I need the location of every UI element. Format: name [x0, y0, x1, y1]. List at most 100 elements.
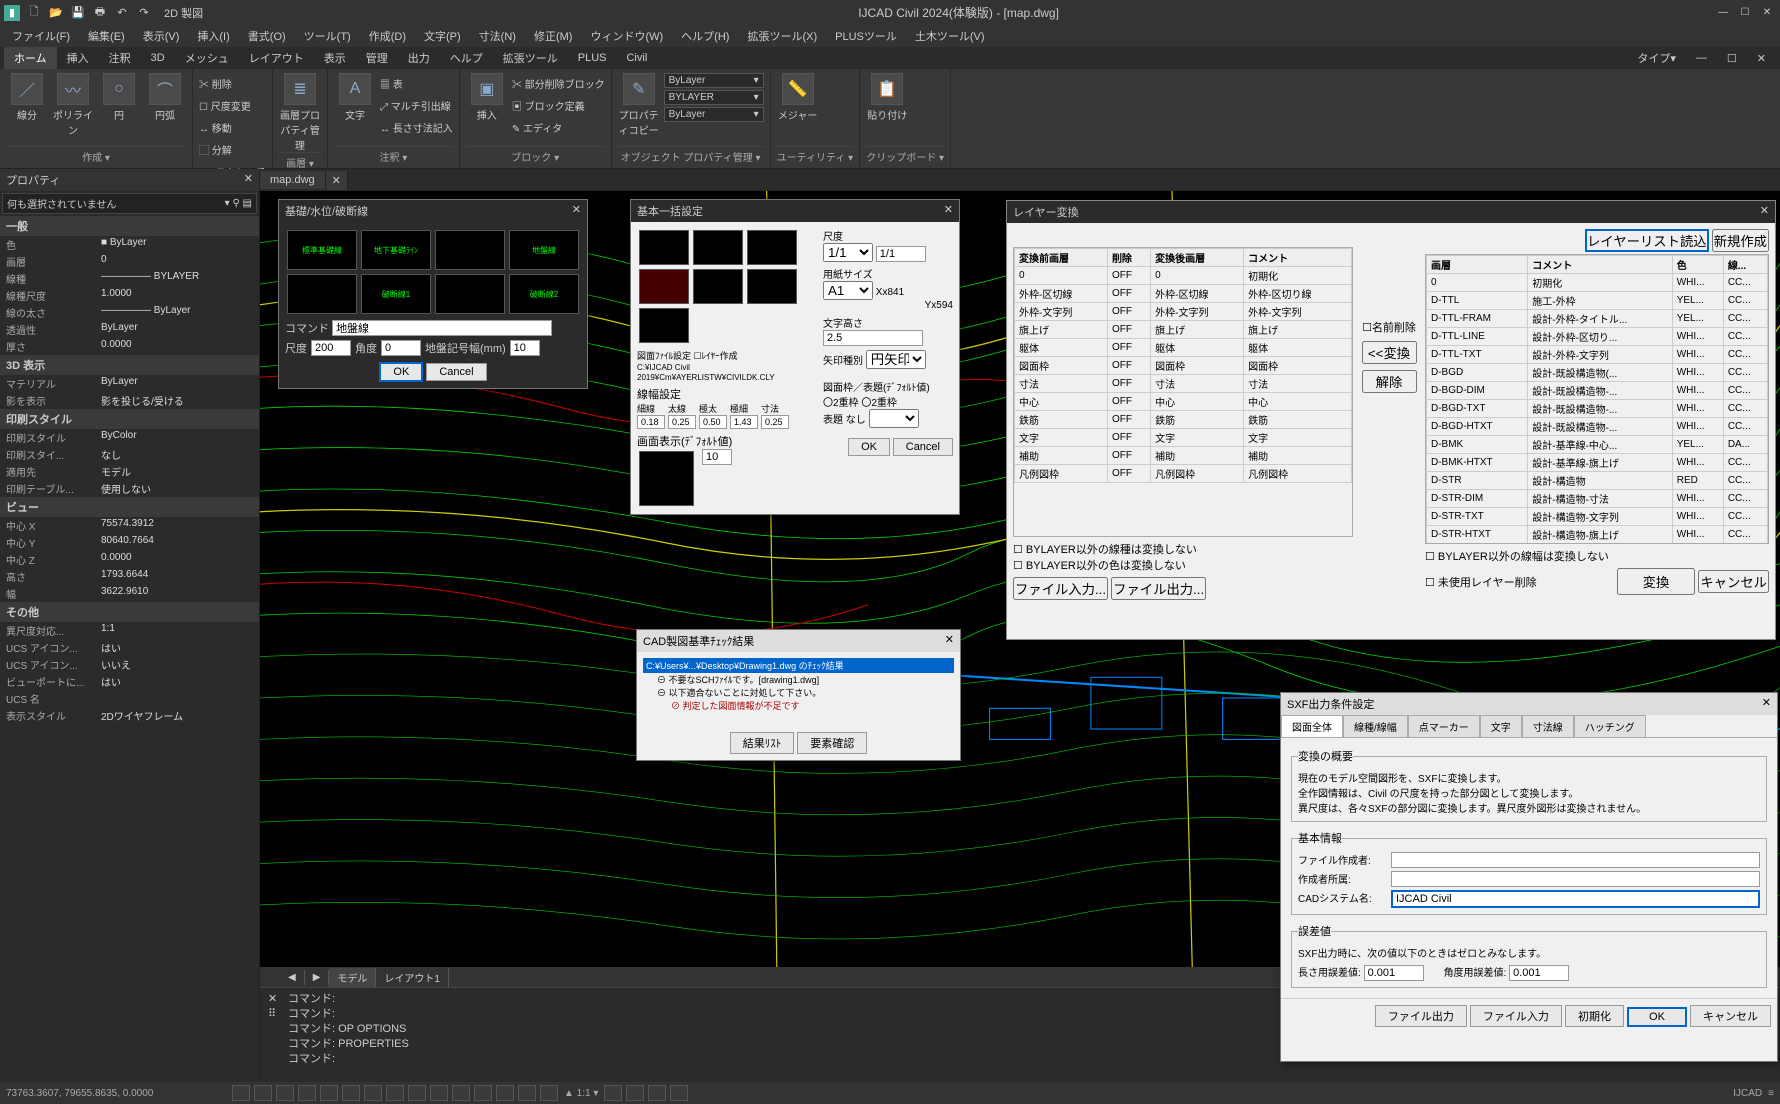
chk-bylayer-lineweight[interactable]: ☐ BYLAYER以外の線幅は変換しない	[1425, 551, 1609, 563]
ribbon-tab[interactable]: 挿入	[57, 47, 99, 69]
a4-toggle[interactable]	[518, 1085, 536, 1101]
grid-toggle[interactable]	[254, 1085, 272, 1101]
minimize-icon[interactable]: —	[1714, 7, 1732, 18]
ribbon-tab[interactable]: PLUS	[568, 49, 617, 67]
osnap-toggle[interactable]	[320, 1085, 338, 1101]
ribbon-tool[interactable]: ✎プロパティコピー	[618, 73, 660, 137]
property-row[interactable]: 表示スタイル2Dワイヤフレーム	[0, 707, 259, 724]
property-row[interactable]: 印刷テーブル...使用しない	[0, 480, 259, 497]
ortho-toggle[interactable]	[276, 1085, 294, 1101]
property-row[interactable]: 異尺度対応...1:1	[0, 622, 259, 639]
chk-name-delete[interactable]: ☐名前削除	[1362, 319, 1416, 335]
layer-row[interactable]: D-BGD設計-既設構造物(...WHI...CC...	[1427, 364, 1768, 382]
menu-item[interactable]: 土木ツール(V)	[907, 26, 993, 46]
sxf-author-input[interactable]	[1391, 852, 1760, 868]
property-row[interactable]: マテリアルByLayer	[0, 375, 259, 392]
cancel-button[interactable]: Cancel	[426, 363, 486, 381]
workspace-label[interactable]: 2D 製図	[164, 5, 203, 21]
convert-button[interactable]: <<変換	[1362, 341, 1417, 364]
dyn-toggle[interactable]	[386, 1085, 404, 1101]
property-row[interactable]: 印刷スタイ...なし	[0, 446, 259, 463]
lwt-toggle[interactable]	[364, 1085, 382, 1101]
layer-table-target[interactable]: 画層コメント色線...0初期化WHI...CC...D-TTL施工-外枠YEL.…	[1426, 255, 1768, 544]
layer-row[interactable]: 外枠-区切線OFF外枠-区切線外枠-区切り線	[1015, 285, 1352, 303]
ribbon-tool-small[interactable]: ☐ 尺度変更	[199, 95, 266, 115]
layout-tab[interactable]: モデル	[329, 968, 376, 987]
otrack-toggle[interactable]	[342, 1085, 360, 1101]
ribbon-tool[interactable]: A文字	[334, 73, 376, 122]
menu-item[interactable]: 編集(E)	[80, 26, 133, 46]
ribbon-tool[interactable]: ≣画層プロパティ管理	[279, 73, 321, 152]
property-row[interactable]: 幅3622.9610	[0, 585, 259, 602]
property-row[interactable]: 中心 Z0.0000	[0, 551, 259, 568]
sxf-fileout-button[interactable]: ファイル出力	[1375, 1005, 1467, 1027]
layerlist-load-button[interactable]: レイヤーリスト読込	[1585, 229, 1709, 252]
sxf-tab[interactable]: 点マーカー	[1408, 715, 1480, 737]
sc-toggle[interactable]	[430, 1085, 448, 1101]
property-group[interactable]: 印刷スタイル	[0, 409, 259, 429]
pattern-thumb[interactable]	[435, 230, 505, 270]
redo-icon[interactable]: ↷	[136, 5, 152, 21]
undo-icon[interactable]: ↶	[114, 5, 130, 21]
property-row[interactable]: 厚さ0.0000	[0, 338, 259, 355]
xsec-scale-input[interactable]	[311, 340, 351, 356]
ribbon-tool-small[interactable]: ↔ 長さ寸法記入	[380, 117, 453, 137]
selection-combo[interactable]: 何も選択されていません▾ ⚲ ▤	[2, 193, 257, 214]
menu-item[interactable]: 作成(D)	[361, 26, 414, 46]
xsec-cmd-input[interactable]	[332, 320, 552, 336]
layer-row[interactable]: D-STR-TXT設計-構造物-文字列WHI...CC...	[1427, 508, 1768, 526]
property-row[interactable]: 高さ1793.6644	[0, 568, 259, 585]
property-row[interactable]: 線種尺度1.0000	[0, 287, 259, 304]
ribbon-tab[interactable]: 出力	[398, 47, 440, 69]
property-group[interactable]: 3D 表示	[0, 355, 259, 375]
property-group[interactable]: ビュー	[0, 497, 259, 517]
xsec-angle-input[interactable]	[381, 340, 421, 356]
cmd-close-icon[interactable]: ✕	[268, 992, 288, 1005]
ribbon-tool-small[interactable]: ✂ 部分削除ブロック	[512, 73, 605, 93]
ribbon-tool[interactable]: ○円	[98, 73, 140, 122]
pattern-thumb[interactable]: 破断線2	[509, 274, 579, 314]
layer-row[interactable]: 0初期化WHI...CC...	[1427, 274, 1768, 292]
property-row[interactable]: 線の太さ————— ByLayer	[0, 304, 259, 321]
ok-button[interactable]: OK	[848, 438, 890, 456]
cmd-handle-icon[interactable]: ⠿	[268, 1007, 288, 1020]
pattern-thumb[interactable]	[435, 274, 505, 314]
ribbon-combo[interactable]: ByLayer▾	[664, 107, 764, 122]
layer-row[interactable]: D-BGD-TXT設計-既設構造物-...WHI...CC...	[1427, 400, 1768, 418]
menu-item[interactable]: 拡張ツール(X)	[739, 26, 825, 46]
status-menu-icon[interactable]: ≡	[1768, 1088, 1774, 1099]
layer-row[interactable]: D-STR設計-構造物REDCC...	[1427, 472, 1768, 490]
layer-row[interactable]: D-STR-HTXT設計-構造物-旗上げWHI...CC...	[1427, 526, 1768, 544]
cancel-button[interactable]: キャンセル	[1698, 570, 1769, 593]
property-row[interactable]: UCS アイコン...はい	[0, 639, 259, 656]
ribbon-tab[interactable]: ホーム	[4, 47, 57, 69]
property-group[interactable]: その他	[0, 602, 259, 622]
menu-item[interactable]: 書式(O)	[240, 26, 294, 46]
layer-row[interactable]: D-BMK設計-基準線-中心...YEL...DA...	[1427, 436, 1768, 454]
ribbon-tool[interactable]: ⌒円弧	[144, 73, 186, 122]
layer-row[interactable]: D-TTL-FRAM設計-外枠-タイトル...YEL...CC...	[1427, 310, 1768, 328]
result-list-button[interactable]: 結果ﾘｽﾄ	[730, 732, 795, 754]
ribbon-tool[interactable]: ▣挿入	[466, 73, 508, 122]
ribbon-type-menu[interactable]: タイプ▾	[1627, 47, 1686, 69]
menu-item[interactable]: ツール(T)	[296, 26, 359, 46]
layer-row[interactable]: 凡例図枠OFF凡例図枠凡例図枠	[1015, 465, 1352, 483]
menu-item[interactable]: 修正(M)	[526, 26, 581, 46]
ribbon-tool[interactable]: 📏メジャー	[777, 73, 819, 122]
layer-row[interactable]: D-TTL施工-外枠YEL...CC...	[1427, 292, 1768, 310]
go-convert-button[interactable]: 変換	[1617, 568, 1696, 595]
menu-item[interactable]: 文字(P)	[416, 26, 469, 46]
ok-button[interactable]: OK	[1627, 1007, 1687, 1027]
qp-toggle[interactable]	[408, 1085, 426, 1101]
menu-item[interactable]: ファイル(F)	[4, 26, 78, 46]
layer-row[interactable]: D-STR-DIM設計-構造物-寸法WHI...CC...	[1427, 490, 1768, 508]
pattern-thumb[interactable]	[287, 274, 357, 314]
sxf-init-button[interactable]: 初期化	[1565, 1005, 1624, 1027]
snap-toggle[interactable]	[232, 1085, 250, 1101]
ribbon-combo[interactable]: ByLayer▾	[664, 73, 764, 88]
ribbon-tab[interactable]: レイアウト	[239, 47, 314, 69]
polar-toggle[interactable]	[298, 1085, 316, 1101]
property-row[interactable]: ビューポートに...はい	[0, 673, 259, 690]
layer-row[interactable]: 図面枠OFF図面枠図面枠	[1015, 357, 1352, 375]
a5-toggle[interactable]	[540, 1085, 558, 1101]
